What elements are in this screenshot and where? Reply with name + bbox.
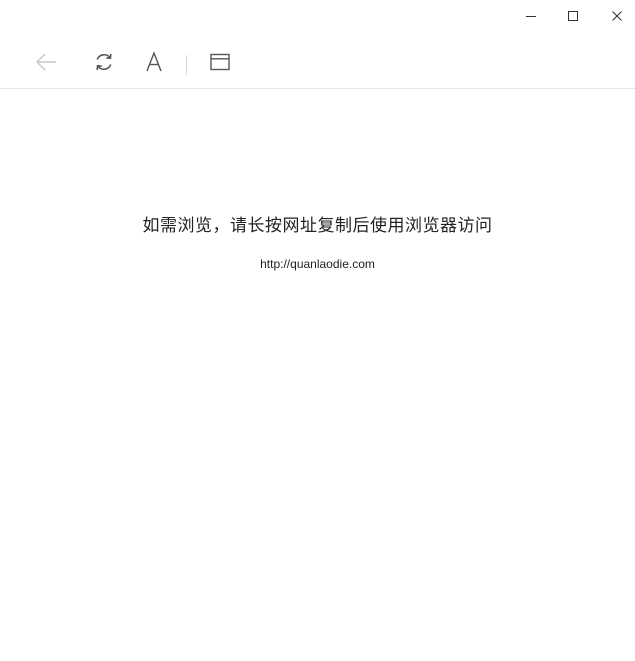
toolbar-divider (186, 55, 187, 75)
app-window: 如需浏览，请长按网址复制后使用浏览器访问 http://quanlaodie.c… (0, 0, 635, 661)
page-url[interactable]: http://quanlaodie.com (0, 257, 635, 271)
refresh-icon (96, 53, 112, 71)
minimize-icon (526, 16, 536, 17)
refresh-button[interactable] (91, 49, 117, 75)
font-size-button[interactable] (141, 49, 167, 75)
close-icon (612, 11, 622, 21)
close-button[interactable] (595, 0, 635, 32)
title-bar (0, 0, 635, 32)
minimize-button[interactable] (509, 0, 553, 32)
toolbar (0, 32, 635, 89)
page-content: 如需浏览，请长按网址复制后使用浏览器访问 http://quanlaodie.c… (0, 89, 635, 661)
maximize-button[interactable] (551, 0, 595, 32)
maximize-icon (568, 11, 578, 21)
arrow-left-icon (36, 53, 56, 71)
copy-url-instruction: 如需浏览，请长按网址复制后使用浏览器访问 (142, 216, 493, 236)
window-icon (210, 53, 230, 71)
open-in-browser-button[interactable] (207, 49, 233, 75)
back-button[interactable] (33, 49, 59, 75)
font-size-icon (146, 51, 162, 72)
